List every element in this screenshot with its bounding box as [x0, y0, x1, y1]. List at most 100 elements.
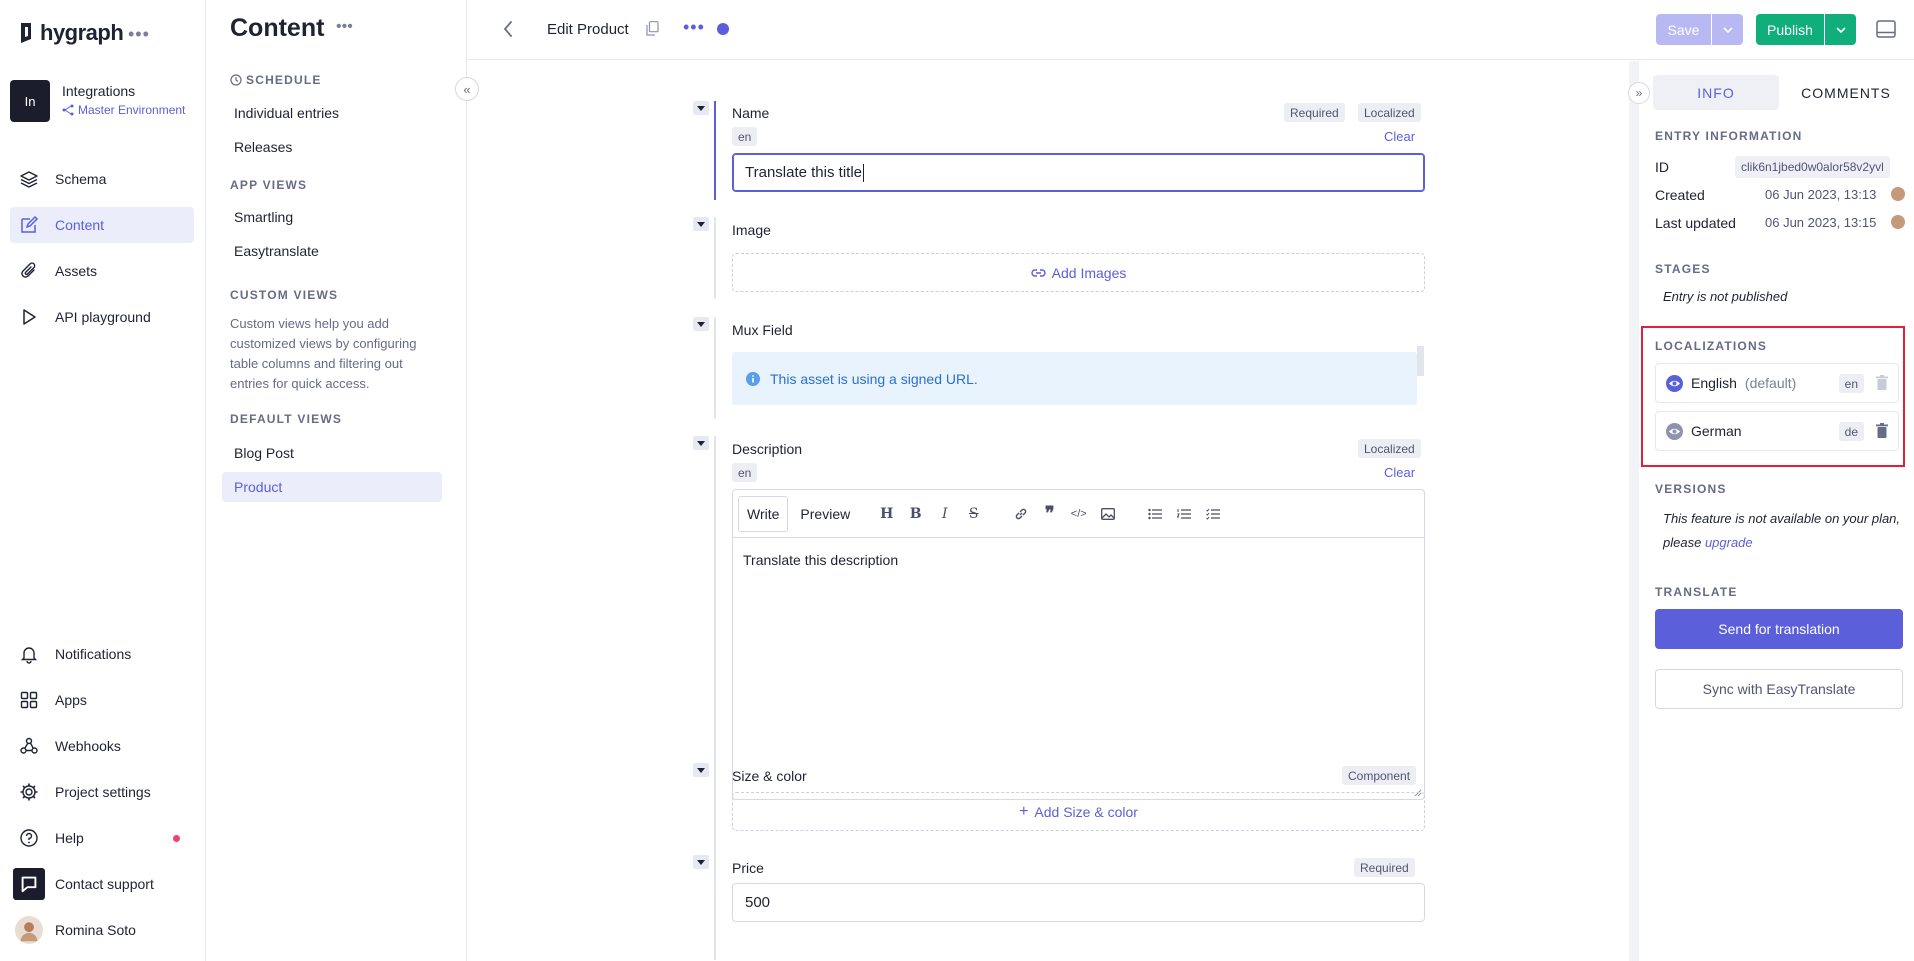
description-content[interactable]: Translate this description [743, 552, 898, 568]
view-releases[interactable]: Releases [222, 132, 442, 162]
tab-comments[interactable]: COMMENTS [1783, 75, 1909, 110]
trash-icon[interactable] [1876, 423, 1888, 439]
publish-options-chevron-icon[interactable] [1825, 14, 1856, 45]
brand-menu-icon[interactable]: ••• [128, 24, 150, 45]
mux-resize-handle[interactable] [1417, 346, 1424, 376]
branch-icon [62, 104, 74, 116]
updated-by-avatar[interactable] [1891, 215, 1905, 229]
description-locale-tag-en: en [732, 463, 758, 482]
price-label: Price [732, 860, 764, 876]
sync-easytranslate-button[interactable]: Sync with EasyTranslate [1655, 669, 1903, 709]
collapse-size-color-chevron-icon[interactable] [693, 763, 709, 777]
help-notification-dot [173, 835, 180, 842]
content-menu-icon[interactable]: ••• [336, 18, 353, 36]
strikethrough-icon[interactable]: S [959, 506, 988, 522]
versions-heading: VERSIONS [1655, 482, 1727, 496]
copy-icon[interactable] [646, 21, 659, 36]
price-field-indicator [714, 855, 716, 960]
translate-heading: TRANSLATE [1655, 585, 1738, 599]
nav-api-playground[interactable]: API playground [10, 299, 194, 335]
add-size-color-button[interactable]: + Add Size & color [732, 792, 1425, 831]
tab-write[interactable]: Write [738, 495, 789, 532]
collapse-name-chevron-icon[interactable] [693, 101, 709, 115]
paperclip-icon [21, 262, 36, 278]
form-scrollbar[interactable] [1629, 61, 1639, 961]
save-button[interactable]: Save [1656, 14, 1711, 45]
collapse-description-chevron-icon[interactable] [693, 436, 709, 450]
hygraph-logo[interactable]: hygraph [18, 20, 124, 46]
toggle-panel-icon[interactable] [1876, 20, 1896, 38]
view-individual-entries[interactable]: Individual entries [222, 98, 442, 128]
bullet-list-icon[interactable] [1140, 508, 1169, 520]
info-icon [746, 371, 760, 386]
nav-notifications[interactable]: Notifications [10, 636, 194, 672]
panel-tabs: INFO COMMENTS [1653, 75, 1909, 110]
view-product[interactable]: Product [222, 472, 442, 502]
back-arrow-icon[interactable] [503, 20, 513, 38]
nav-content[interactable]: Content [10, 207, 194, 243]
created-by-avatar[interactable] [1891, 187, 1905, 201]
nav-assets[interactable]: Assets [10, 253, 194, 289]
tab-info[interactable]: INFO [1653, 75, 1779, 110]
localization-english[interactable]: English (default) en [1655, 363, 1899, 403]
environment-label[interactable]: Master Environment [62, 103, 185, 117]
italic-icon[interactable]: I [930, 506, 959, 522]
content-title: Content [230, 14, 325, 42]
entry-form: Name Required Localized en Clear Transla… [467, 61, 1628, 961]
nav-project-settings[interactable]: Project settings [10, 774, 194, 810]
nav-user-profile[interactable]: Romina Soto [10, 912, 194, 948]
collapse-image-chevron-icon[interactable] [693, 217, 709, 231]
nav-schema[interactable]: Schema [10, 161, 194, 197]
view-easytranslate[interactable]: Easytranslate [222, 236, 442, 266]
nav-contact-support[interactable]: Contact support [10, 866, 194, 902]
tab-preview[interactable]: Preview [792, 496, 858, 532]
name-input[interactable]: Translate this title [732, 153, 1425, 192]
bold-icon[interactable]: B [901, 506, 930, 522]
eye-icon[interactable] [1666, 422, 1683, 440]
collapse-mux-chevron-icon[interactable] [693, 317, 709, 331]
last-updated-value: 06 Jun 2023, 13:15 [1765, 215, 1877, 230]
add-images-button[interactable]: Add Images [732, 253, 1425, 292]
localization-german[interactable]: German de [1655, 411, 1899, 451]
nav-help[interactable]: Help [10, 820, 194, 856]
localizations-heading: LOCALIZATIONS [1655, 339, 1768, 353]
project-switcher[interactable]: In Integrations Master Environment [10, 80, 185, 122]
locale-default-note: (default) [1744, 375, 1797, 391]
trash-icon[interactable] [1876, 375, 1888, 391]
localized-tag: Localized [1358, 103, 1421, 122]
numbered-list-icon[interactable] [1169, 508, 1198, 520]
entry-id-value[interactable]: clik6n1jbed0w0alor58v2yvl [1735, 156, 1890, 178]
expand-panel-icon[interactable]: » [1628, 82, 1650, 104]
nav-webhooks[interactable]: Webhooks [10, 728, 194, 764]
code-icon[interactable]: </> [1064, 508, 1093, 520]
text-cursor [863, 163, 864, 182]
publish-button[interactable]: Publish [1756, 14, 1824, 45]
heading-icon[interactable]: H [872, 506, 901, 522]
price-input[interactable]: 500 [732, 883, 1425, 922]
mux-field-indicator [714, 317, 716, 419]
entry-info-panel: INFO COMMENTS ENTRY INFORMATION ID clik6… [1639, 61, 1914, 961]
webhook-icon [20, 737, 38, 754]
link-icon[interactable] [1006, 507, 1035, 521]
view-blog-post[interactable]: Blog Post [222, 438, 442, 468]
nav-apps[interactable]: Apps [10, 682, 194, 718]
collapse-sidebar-icon[interactable]: « [455, 77, 479, 101]
send-for-translation-button[interactable]: Send for translation [1655, 609, 1903, 649]
save-options-chevron-icon[interactable] [1712, 14, 1743, 45]
quote-icon[interactable]: ❞ [1035, 503, 1064, 524]
view-smartling[interactable]: Smartling [222, 202, 442, 232]
checklist-icon[interactable] [1198, 508, 1227, 520]
eye-icon[interactable] [1666, 374, 1683, 392]
locale-code: en [1838, 374, 1864, 393]
collapse-price-chevron-icon[interactable] [693, 855, 709, 869]
entry-menu-icon[interactable]: ••• [683, 17, 705, 38]
upgrade-link[interactable]: upgrade [1705, 535, 1753, 550]
locale-code: de [1838, 422, 1864, 441]
name-field-indicator [714, 101, 716, 200]
description-clear-link[interactable]: Clear [1384, 465, 1415, 480]
app-views-heading: APP VIEWS [230, 178, 308, 192]
custom-views-description: Custom views help you add customized vie… [230, 316, 417, 391]
image-icon[interactable] [1093, 507, 1122, 520]
name-clear-link[interactable]: Clear [1384, 129, 1415, 144]
price-required-tag: Required [1354, 858, 1415, 877]
